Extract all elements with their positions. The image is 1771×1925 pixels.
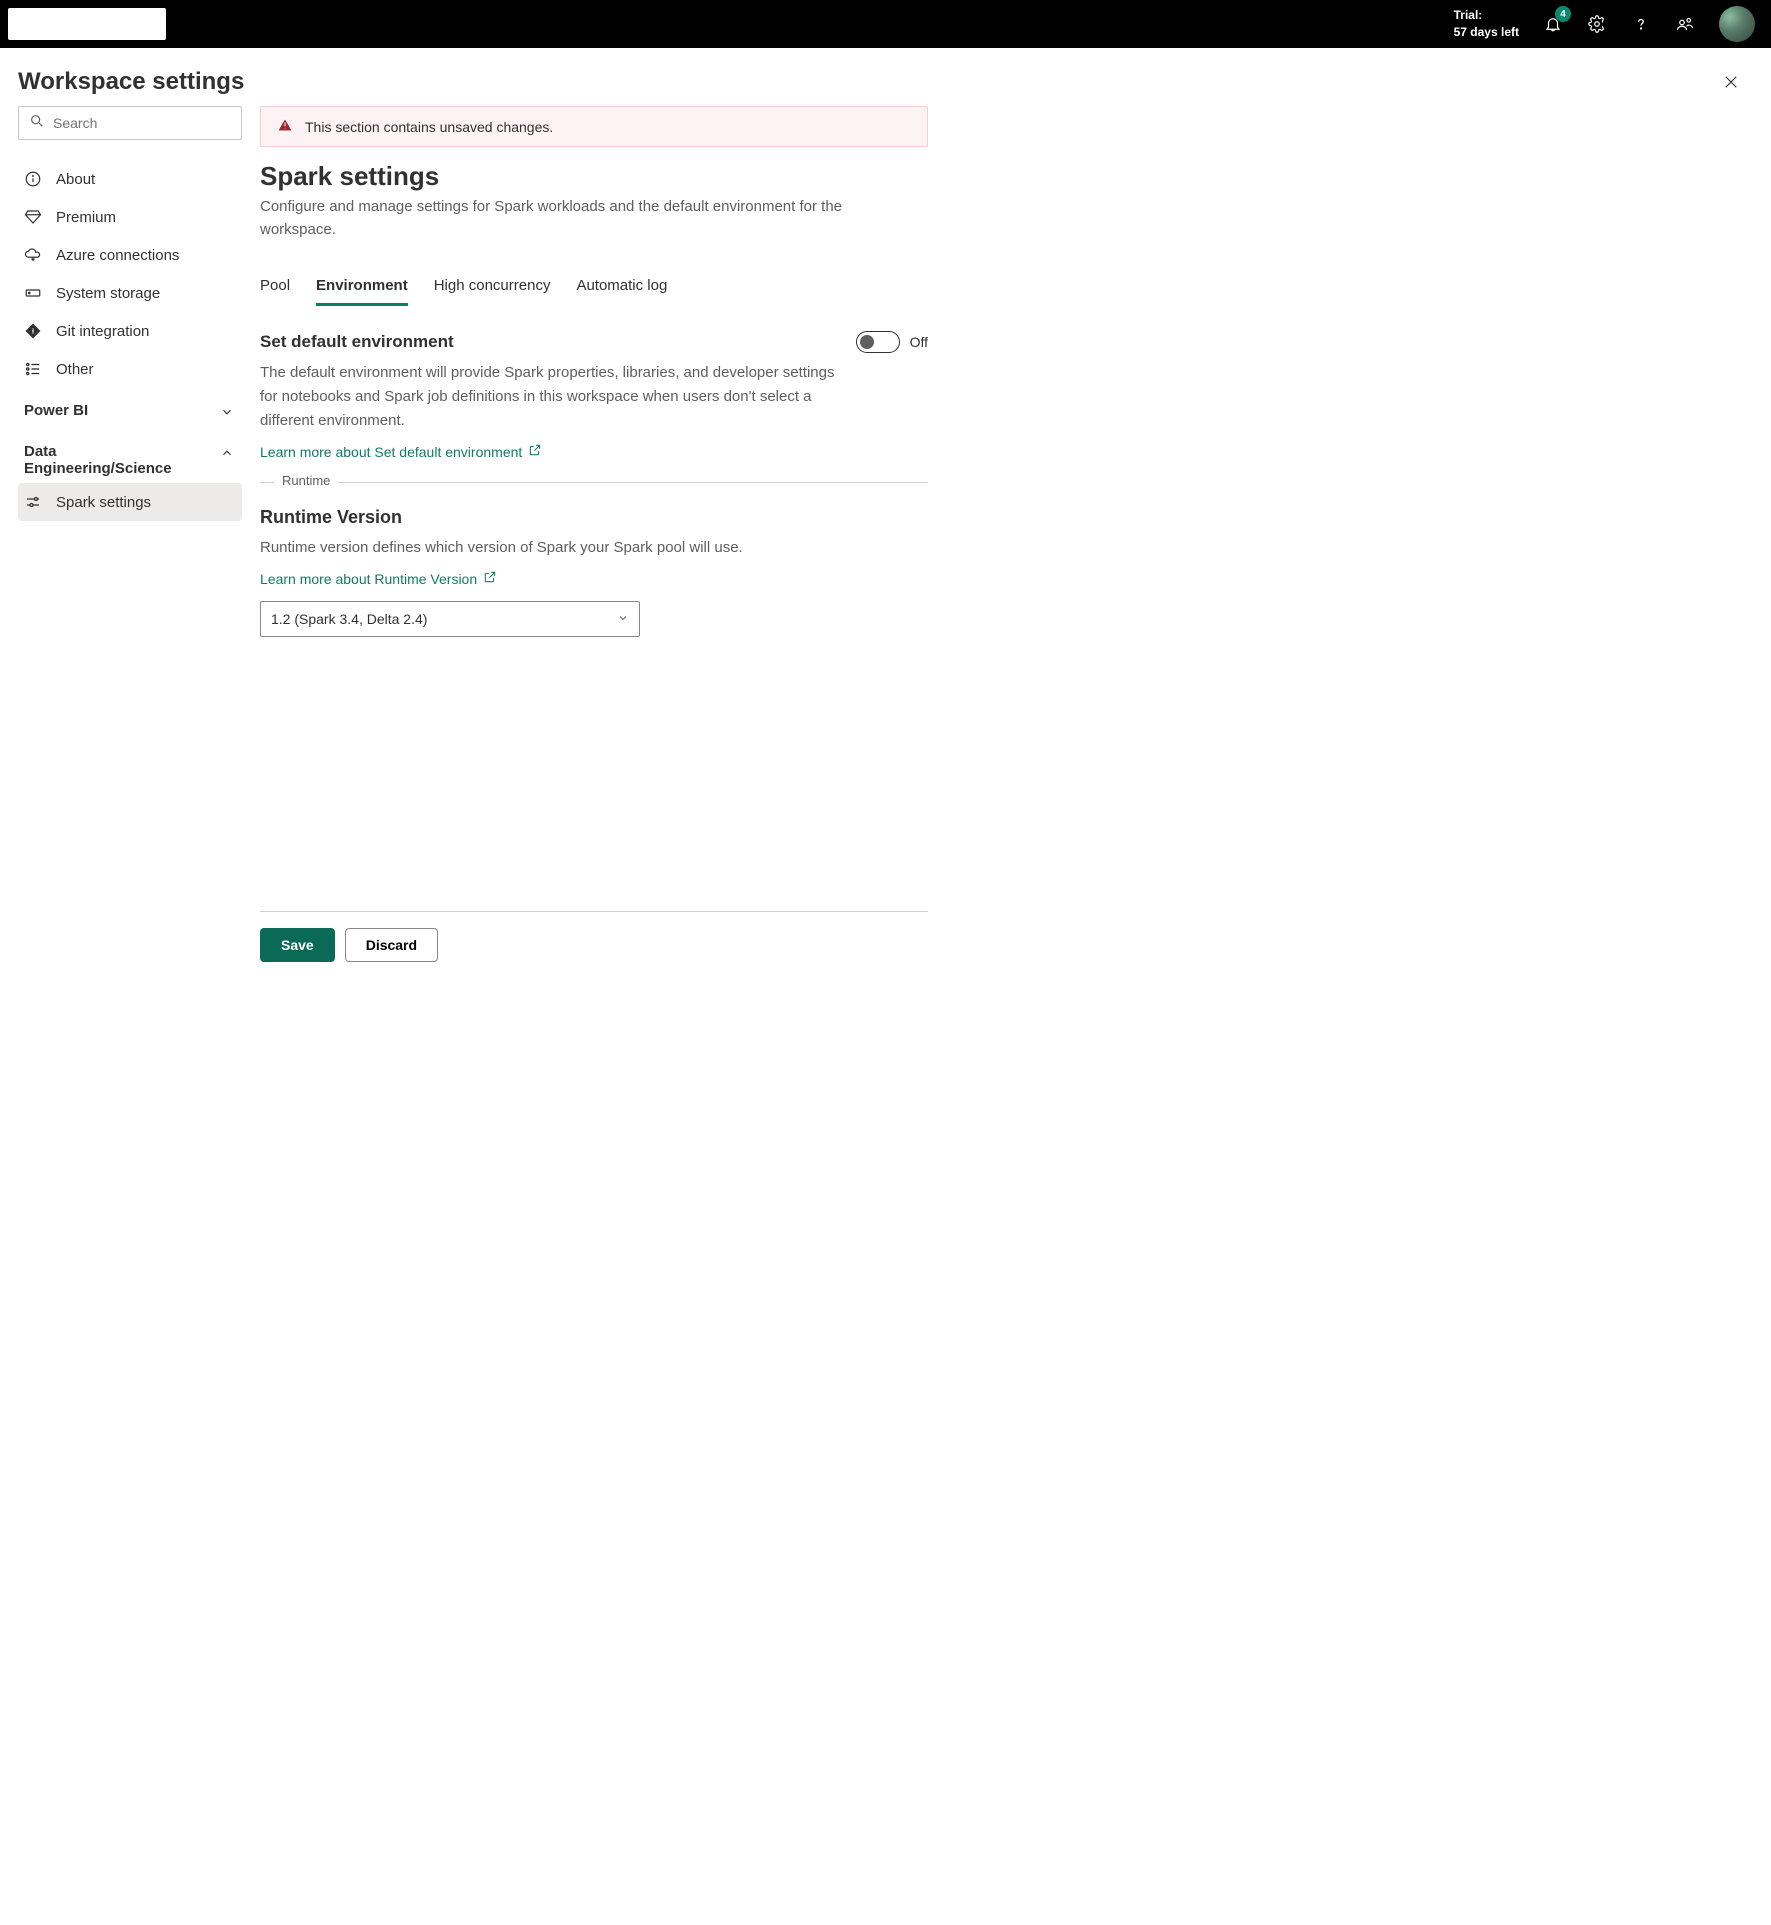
notifications-icon[interactable]: 4 [1543, 14, 1563, 34]
default-env-learn-more-link[interactable]: Learn more about Set default environment [260, 443, 928, 460]
discard-button[interactable]: Discard [345, 928, 438, 962]
default-env-desc: The default environment will provide Spa… [260, 361, 840, 433]
warning-icon [277, 117, 293, 136]
spark-settings-title: Spark settings [260, 161, 928, 192]
tab-environment[interactable]: Environment [316, 269, 408, 306]
sidebar-section-label: Data Engineering/Science [24, 443, 174, 477]
save-button[interactable]: Save [260, 928, 335, 962]
sidebar-section-label: Power BI [24, 402, 88, 419]
tab-high-concurrency[interactable]: High concurrency [434, 269, 551, 306]
chevron-down-icon [220, 405, 236, 423]
external-link-icon [483, 570, 497, 587]
info-icon [24, 170, 42, 188]
chevron-down-icon [617, 611, 629, 627]
gear-icon[interactable] [1587, 14, 1607, 34]
notification-badge: 4 [1555, 6, 1571, 22]
runtime-version-select[interactable]: 1.2 (Spark 3.4, Delta 2.4) [260, 601, 640, 637]
sidebar-item-label: Other [56, 361, 94, 378]
cloud-icon [24, 246, 42, 264]
runtime-version-title: Runtime Version [260, 507, 928, 528]
diamond-icon [24, 208, 42, 226]
avatar[interactable] [1719, 6, 1755, 42]
sidebar-item-label: Spark settings [56, 494, 151, 511]
search-input[interactable] [53, 115, 234, 131]
chevron-up-icon [220, 446, 236, 464]
help-icon[interactable] [1631, 14, 1651, 34]
trial-info: Trial: 57 days left [1454, 7, 1519, 41]
runtime-learn-more-link[interactable]: Learn more about Runtime Version [260, 570, 497, 587]
sidebar-section-powerbi[interactable]: Power BI [18, 388, 242, 429]
sidebar-item-git[interactable]: Git integration [18, 312, 242, 350]
topbar-search-box[interactable] [8, 8, 166, 40]
sidebar-item-premium[interactable]: Premium [18, 198, 242, 236]
tab-pool[interactable]: Pool [260, 269, 290, 306]
git-icon [24, 322, 42, 340]
sidebar-item-label: Git integration [56, 323, 149, 340]
storage-icon [24, 284, 42, 302]
link-text: Learn more about Set default environment [260, 444, 522, 460]
unsaved-changes-banner: This section contains unsaved changes. [260, 106, 928, 147]
external-link-icon [528, 443, 542, 460]
runtime-legend: Runtime [274, 473, 338, 488]
search-icon [29, 113, 45, 134]
sliders-icon [24, 493, 42, 511]
tabs: Pool Environment High concurrency Automa… [260, 269, 928, 307]
trial-label: Trial: [1454, 7, 1519, 24]
topbar: Trial: 57 days left 4 [0, 0, 1771, 48]
select-value: 1.2 (Spark 3.4, Delta 2.4) [271, 611, 427, 627]
sidebar-item-label: System storage [56, 285, 160, 302]
close-button[interactable] [1715, 66, 1747, 98]
sidebar-item-other[interactable]: Other [18, 350, 242, 388]
people-icon[interactable] [1675, 14, 1695, 34]
sidebar-item-label: About [56, 171, 95, 188]
link-text: Learn more about Runtime Version [260, 571, 477, 587]
sidebar-item-azure[interactable]: Azure connections [18, 236, 242, 274]
runtime-version-desc: Runtime version defines which version of… [260, 536, 840, 560]
sidebar-item-storage[interactable]: System storage [18, 274, 242, 312]
tab-automatic-log[interactable]: Automatic log [576, 269, 667, 306]
sidebar-section-datasci[interactable]: Data Engineering/Science [18, 429, 242, 483]
trial-days: 57 days left [1454, 24, 1519, 41]
sidebar-item-label: Premium [56, 209, 116, 226]
search-input-wrapper[interactable] [18, 106, 242, 140]
toggle-state-label: Off [910, 334, 928, 350]
page-title: Workspace settings [18, 68, 244, 96]
default-env-toggle[interactable] [856, 331, 900, 353]
spark-settings-desc: Configure and manage settings for Spark … [260, 196, 860, 241]
sidebar-item-about[interactable]: About [18, 160, 242, 198]
sidebar: About Premium Azure connections System s… [18, 106, 242, 986]
sidebar-item-spark-settings[interactable]: Spark settings [18, 483, 242, 521]
default-env-title: Set default environment [260, 332, 454, 352]
banner-text: This section contains unsaved changes. [305, 119, 553, 135]
sidebar-item-label: Azure connections [56, 247, 179, 264]
list-icon [24, 360, 42, 378]
